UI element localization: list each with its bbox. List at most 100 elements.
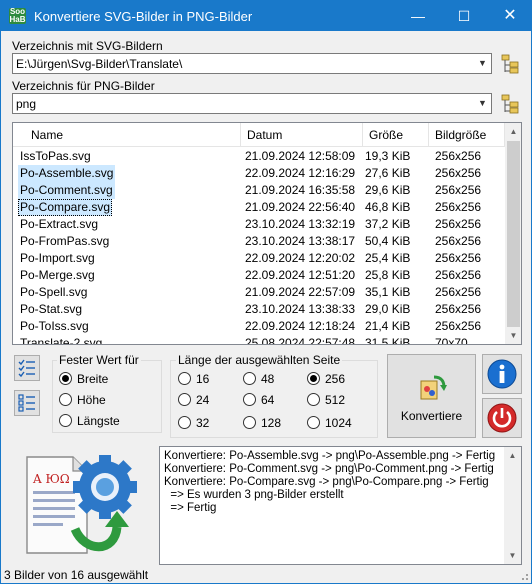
browse-svg-dir-button[interactable] — [500, 53, 522, 75]
table-row[interactable]: Po-Comment.svg 21.09.2024 16:35:58 29,6 Ki… — [13, 182, 505, 199]
app-logo: A ЮΩ — [13, 449, 143, 561]
browse-png-dir-button[interactable] — [500, 93, 522, 115]
table-row[interactable]: Po-Assemble.svg 22.09.2024 12:16:29 27,6 K… — [13, 165, 505, 182]
radio-dot[interactable] — [59, 372, 72, 385]
png-dir-combobox[interactable]: png ▼ — [12, 93, 492, 114]
radio-size-1024[interactable]: 1024 — [307, 416, 352, 432]
scroll-up-icon[interactable]: ▲ — [504, 447, 521, 464]
main-window: Soo HaB Konvertiere SVG-Bilder in PNG-Bi… — [0, 0, 532, 584]
convert-button[interactable]: Konvertiere — [387, 354, 476, 438]
cell-dimensions: 256x256 — [435, 183, 482, 197]
exit-button[interactable] — [482, 398, 522, 438]
radio-size-label: 512 — [325, 393, 346, 407]
radio-width[interactable]: Breite — [59, 372, 108, 388]
deselect-all-button[interactable] — [14, 390, 40, 416]
radio-size-16[interactable]: 16 — [178, 372, 209, 388]
cell-size: 46,8 KiB — [365, 200, 411, 214]
cell-date: 21.09.2024 12:58:09 — [245, 149, 356, 163]
radio-longest[interactable]: Längste — [59, 414, 120, 430]
table-row[interactable]: Po-FromPas.svg 23.10.2024 13:38:17 50,4 Ki… — [13, 233, 505, 250]
info-button[interactable] — [482, 354, 522, 394]
scroll-up-icon[interactable]: ▲ — [505, 123, 521, 140]
column-header-size[interactable]: Größe — [363, 123, 429, 147]
log-output[interactable]: Konvertiere: Po-Assemble.svg -> png\Po-A… — [159, 446, 522, 565]
cell-date: 22.09.2024 12:20:02 — [245, 251, 356, 265]
cell-date: 23.10.2024 13:38:33 — [245, 302, 356, 316]
table-row[interactable]: Po-Stat.svg 23.10.2024 13:38:33 29,0 KiB 25… — [13, 301, 505, 318]
cell-size: 29,6 KiB — [365, 183, 411, 197]
list-header: Name Datum Größe Bildgröße — [13, 123, 505, 147]
radio-dot[interactable] — [307, 372, 320, 385]
table-row[interactable]: Po-Merge.svg 22.09.2024 12:51:20 25,8 KiB 2… — [13, 267, 505, 284]
radio-width-label: Breite — [77, 372, 109, 386]
cell-size: 19,3 KiB — [365, 149, 411, 163]
radio-dot[interactable] — [243, 393, 256, 406]
chevron-down-icon[interactable]: ▼ — [474, 54, 491, 73]
table-row[interactable]: Po-Import.svg 22.09.2024 12:20:02 25,4 KiB… — [13, 250, 505, 267]
table-row[interactable]: Po-Extract.svg 23.10.2024 13:32:19 37,2 Ki… — [13, 216, 505, 233]
scroll-down-icon[interactable]: ▼ — [504, 547, 521, 564]
cell-name: Po-ToIss.svg — [20, 319, 89, 333]
radio-dot[interactable] — [307, 393, 320, 406]
radio-size-48[interactable]: 48 — [243, 372, 274, 388]
column-header-date[interactable]: Datum — [241, 123, 363, 147]
cell-size: 25,8 KiB — [365, 268, 411, 282]
radio-dot[interactable] — [178, 416, 191, 429]
radio-size-512[interactable]: 512 — [307, 393, 345, 409]
scroll-thumb[interactable] — [507, 141, 520, 327]
table-row[interactable]: Po-ToIss.svg 22.09.2024 12:18:24 21,4 KiB 2… — [13, 318, 505, 335]
svg-dir-combobox[interactable]: E:\Jürgen\Svg-Bilder\Translate\ ▼ — [12, 53, 492, 74]
minimize-button[interactable]: — — [395, 1, 441, 31]
cell-date: 25.08.2024 22:57:48 — [245, 336, 356, 345]
file-list[interactable]: Name Datum Größe Bildgröße IssToPas.svg 2… — [12, 122, 522, 345]
select-all-icon — [18, 359, 35, 378]
cell-size: 21,4 KiB — [365, 319, 411, 333]
cell-dimensions: 256x256 — [435, 268, 482, 282]
radio-size-128[interactable]: 128 — [243, 416, 281, 432]
radio-size-32[interactable]: 32 — [178, 416, 209, 432]
radio-dot[interactable] — [243, 372, 256, 385]
table-row[interactable]: IssToPas.svg 21.09.2024 12:58:09 19,3 KiB 2… — [13, 148, 505, 165]
info-icon — [487, 359, 517, 389]
chevron-down-icon[interactable]: ▼ — [474, 94, 491, 113]
resize-grip-icon[interactable] — [519, 571, 529, 581]
radio-dot[interactable] — [307, 416, 320, 429]
cell-dimensions: 256x256 — [435, 217, 482, 231]
column-header-name[interactable]: Name — [13, 123, 241, 147]
scroll-down-icon[interactable]: ▼ — [505, 327, 521, 344]
cell-date: 23.10.2024 13:32:19 — [245, 217, 356, 231]
cell-name: Po-FromPas.svg — [20, 234, 110, 248]
cell-date: 22.09.2024 12:18:24 — [245, 319, 356, 333]
radio-size-label: 32 — [196, 416, 210, 430]
cell-name: Po-Merge.svg — [20, 268, 95, 282]
radio-size-64[interactable]: 64 — [243, 393, 274, 409]
log-scrollbar[interactable]: ▲ ▼ — [504, 447, 521, 564]
radio-size-256[interactable]: 256 — [307, 372, 345, 388]
table-row[interactable]: Po-Compare.svg 21.09.2024 22:56:40 46,8 Ki… — [13, 199, 505, 216]
radio-dot[interactable] — [178, 393, 191, 406]
select-all-button[interactable] — [14, 355, 40, 381]
log-line: => Es wurden 3 png-Bilder erstellt — [164, 489, 344, 501]
radio-size-label: 128 — [261, 416, 282, 430]
radio-size-label: 256 — [325, 372, 346, 386]
radio-dot[interactable] — [243, 416, 256, 429]
radio-height-label: Höhe — [77, 393, 106, 407]
cell-date: 23.10.2024 13:38:17 — [245, 234, 356, 248]
radio-height[interactable]: Höhe — [59, 393, 106, 409]
table-row[interactable]: Translate-2.svg 25.08.2024 22:57:48 31,5 K… — [13, 335, 505, 345]
column-header-dimensions[interactable]: Bildgröße — [429, 123, 505, 147]
radio-dot[interactable] — [178, 372, 191, 385]
cell-name: Po-Stat.svg — [20, 302, 83, 316]
title-bar: Soo HaB Konvertiere SVG-Bilder in PNG-Bi… — [1, 1, 531, 31]
maximize-button[interactable]: ☐ — [441, 1, 487, 31]
table-row[interactable]: Po-Spell.svg 21.09.2024 22:57:09 35,1 KiB 2… — [13, 284, 505, 301]
radio-size-label: 48 — [261, 372, 275, 386]
radio-size-label: 64 — [261, 393, 275, 407]
radio-dot[interactable] — [59, 393, 72, 406]
close-button[interactable]: ✕ — [487, 1, 532, 31]
list-scrollbar[interactable]: ▲ ▼ — [505, 123, 521, 344]
radio-size-24[interactable]: 24 — [178, 393, 209, 409]
cell-size: 35,1 KiB — [365, 285, 411, 299]
radio-dot[interactable] — [59, 414, 72, 427]
cell-name: Po-Extract.svg — [20, 217, 99, 231]
